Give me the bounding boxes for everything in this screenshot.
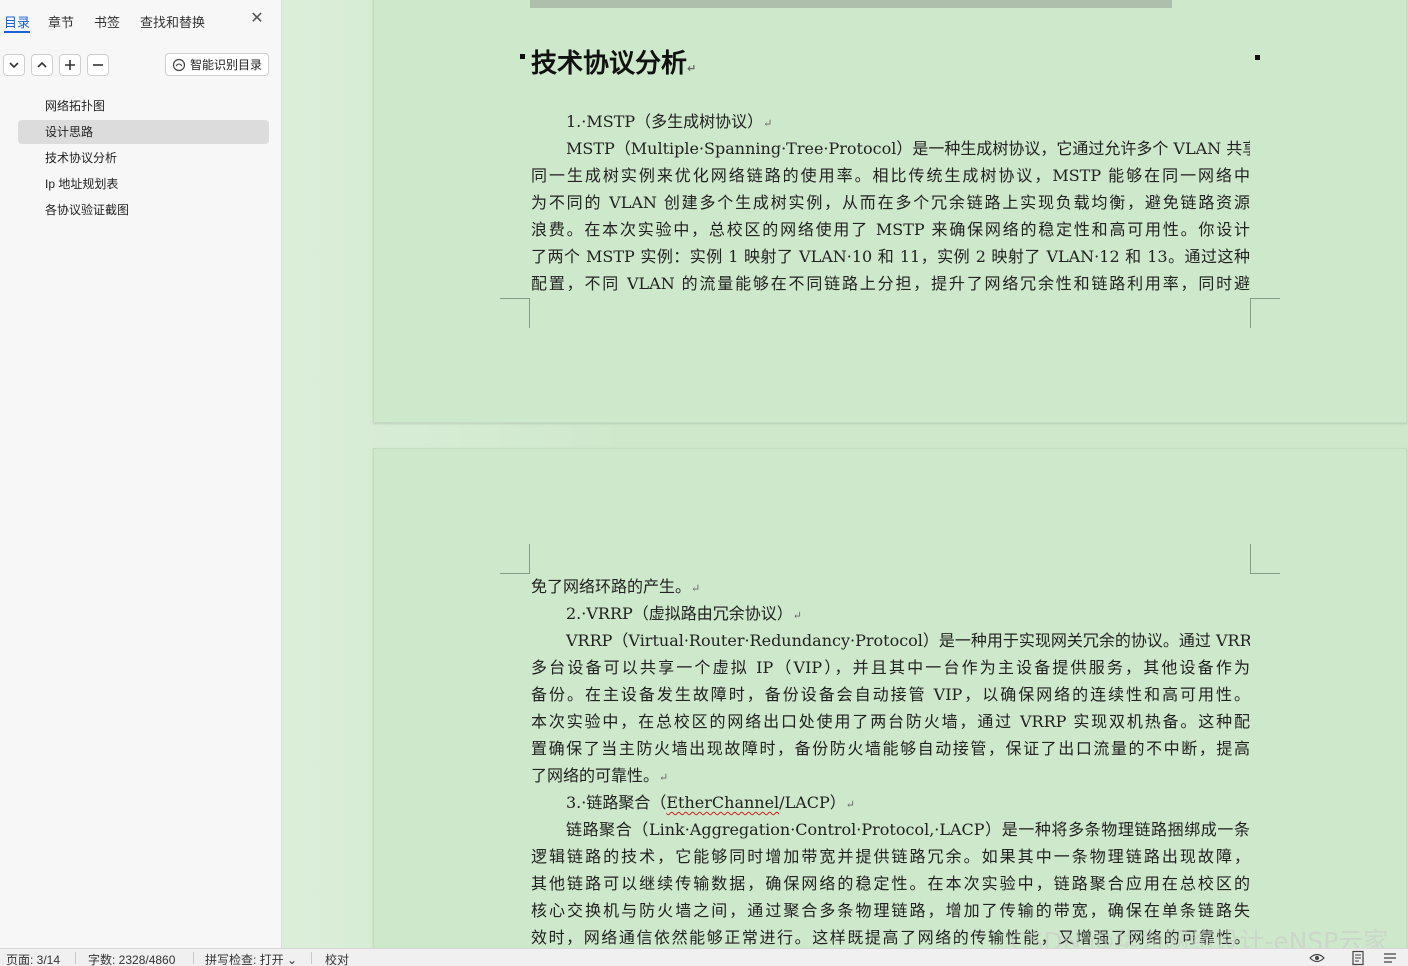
text-selection-highlight xyxy=(530,0,1172,8)
nav-tabs: 目录 章节 书签 查找和替换 ✕ xyxy=(0,0,282,42)
page2-body[interactable]: 免了网络环路的产生。↵ 2.·VRRP（虚拟路由冗余协议）↵ VRRP（Virt… xyxy=(531,573,1250,948)
margin-corner-bottom-right xyxy=(1250,298,1280,328)
outline-view-icon[interactable] xyxy=(1382,950,1398,966)
paragraph-line: 链路聚合（Link·Aggregation·Control·Protocol,·… xyxy=(566,820,1250,839)
page-indicator[interactable]: 页面: 3/14 xyxy=(6,951,60,966)
status-divider xyxy=(193,952,194,964)
section-heading[interactable]: 技术协议分析↵ xyxy=(531,43,696,80)
paragraph-line: 本次实验中，在总校区的网络出口处使用了两台防火墙，通过 VRRP 实现双机热备。… xyxy=(531,712,1250,731)
document-page[interactable]: 免了网络环路的产生。↵ 2.·VRRP（虚拟路由冗余协议）↵ VRRP（Virt… xyxy=(373,448,1407,948)
expand-button[interactable] xyxy=(3,54,25,76)
smart-toc-button[interactable]: 智能识别目录 xyxy=(165,53,269,76)
add-entry-button[interactable] xyxy=(59,54,81,76)
tab-find-replace[interactable]: 查找和替换 xyxy=(140,12,205,31)
chevron-up-icon xyxy=(37,61,47,68)
collapse-button[interactable] xyxy=(31,54,53,76)
paragraph-line: 了网络的可靠性。↵ xyxy=(531,766,669,785)
active-tab-indicator xyxy=(4,31,30,33)
document-canvas[interactable]: 技术协议分析↵ 1.·MSTP（多生成树协议）↵ MSTP（Multiple·S… xyxy=(282,0,1408,948)
status-bar: 页面: 3/14 字数: 2328/4860 拼写检查: 打开 ⌄ 校对 xyxy=(0,948,1408,966)
toc-item-design[interactable]: 设计思路 xyxy=(18,120,269,144)
page-view-icon[interactable] xyxy=(1350,950,1366,966)
toc-item-topology[interactable]: 网络拓扑图 xyxy=(18,94,269,118)
subheading: 1.·MSTP（多生成树协议）↵ xyxy=(566,112,773,131)
paragraph-line: 备份。在主设备发生故障时，备份设备会自动接管 VIP，以确保网络的连续性和高可用… xyxy=(531,685,1250,704)
paragraph-line: 了两个 MSTP 实例：实例 1 映射了 VLAN·10 和 11，实例 2 映… xyxy=(531,247,1250,266)
document-page[interactable]: 技术协议分析↵ 1.·MSTP（多生成树协议）↵ MSTP（Multiple·S… xyxy=(373,0,1407,423)
paragraph-line: 同一生成树实例来优化网络链路的使用率。相比传统生成树协议，MSTP 能够在同一网… xyxy=(531,166,1250,185)
chevron-down-icon xyxy=(9,62,19,69)
minus-icon xyxy=(93,64,103,66)
margin-mark xyxy=(1255,55,1260,60)
paragraph-line: 为不同的 VLAN 创建多个生成树实例，从而在多个冗余链路上实现负载均衡，避免链… xyxy=(531,193,1250,212)
plus-icon xyxy=(65,60,75,70)
paragraph-line: 浪费。在本次实验中，总校区的网络使用了 MSTP 来确保网络的稳定性和高可用性。… xyxy=(531,220,1250,239)
paragraph-line: 免了网络环路的产生。↵ xyxy=(531,577,701,596)
subheading: 2.·VRRP（虚拟路由冗余协议）↵ xyxy=(566,604,802,623)
word-count[interactable]: 字数: 2328/4860 xyxy=(88,951,175,966)
tab-bookmarks[interactable]: 书签 xyxy=(94,12,120,31)
chevron-down-icon: ⌄ xyxy=(287,953,298,966)
mstp-section[interactable]: 1.·MSTP（多生成树协议）↵ MSTP（Multiple·Spanning·… xyxy=(531,108,1250,297)
paragraph-line: 其他链路可以继续传输数据，确保网络的稳定性。在本次实验中，链路聚合应用在总校区的 xyxy=(531,874,1250,893)
toc-item-protocol-analysis[interactable]: 技术协议分析 xyxy=(18,146,269,170)
status-divider xyxy=(311,952,312,964)
heading-bullet-mark xyxy=(520,54,525,59)
eye-icon[interactable] xyxy=(1309,950,1325,966)
toc-item-ip-plan[interactable]: Ip 地址规划表 xyxy=(18,172,269,196)
tab-toc[interactable]: 目录 xyxy=(4,12,30,31)
tab-sections[interactable]: 章节 xyxy=(48,12,74,31)
proofread-button[interactable]: 校对 xyxy=(325,951,349,966)
remove-entry-button[interactable] xyxy=(87,54,109,76)
margin-corner-top-left xyxy=(500,544,530,574)
smart-toc-label: 智能识别目录 xyxy=(190,58,263,72)
spelling-error-underline: EtherChannel xyxy=(666,793,780,812)
margin-corner-bottom-left xyxy=(500,298,530,328)
paragraph-line: MSTP（Multiple·Spanning·Tree·Protocol）是一种… xyxy=(566,139,1250,158)
paragraph-line: 逻辑链路的技术，它能够同时增加带宽并提供链路冗余。如果其中一条物理链路出现故障， xyxy=(531,847,1250,866)
spell-check-toggle[interactable]: 拼写检查: 打开 ⌄ xyxy=(205,951,297,966)
paragraph-line: 置确保了当主防火墙出现故障时，备份防火墙能够自动接管，保证了出口流量的不中断，提… xyxy=(531,739,1250,758)
navigation-pane: 目录 章节 书签 查找和替换 ✕ 智能识别目录 网络拓扑图 设计思路 技术协议分… xyxy=(0,0,282,948)
toc-item-screenshots[interactable]: 各协议验证截图 xyxy=(18,198,269,222)
margin-corner-top-right xyxy=(1250,544,1280,574)
status-divider xyxy=(75,952,76,964)
subheading: 3.·链路聚合（EtherChannel/LACP）↵ xyxy=(566,793,855,812)
close-icon[interactable]: ✕ xyxy=(250,11,264,27)
smart-recognize-icon xyxy=(172,58,186,71)
paragraph-line: 配置，不同 VLAN 的流量能够在不同链路上分担，提升了网络冗余性和链路利用率，… xyxy=(531,274,1250,293)
paragraph-line: 核心交换机与防火墙之间，通过聚合多条物理链路，增加了传输的带宽，确保在单条链路失 xyxy=(531,901,1250,920)
paragraph-line: 多台设备可以共享一个虚拟 IP（VIP），并且其中一台作为主设备提供服务，其他设… xyxy=(531,658,1250,677)
paragraph-line: VRRP（Virtual·Router·Redundancy·Protocol）… xyxy=(566,631,1250,650)
